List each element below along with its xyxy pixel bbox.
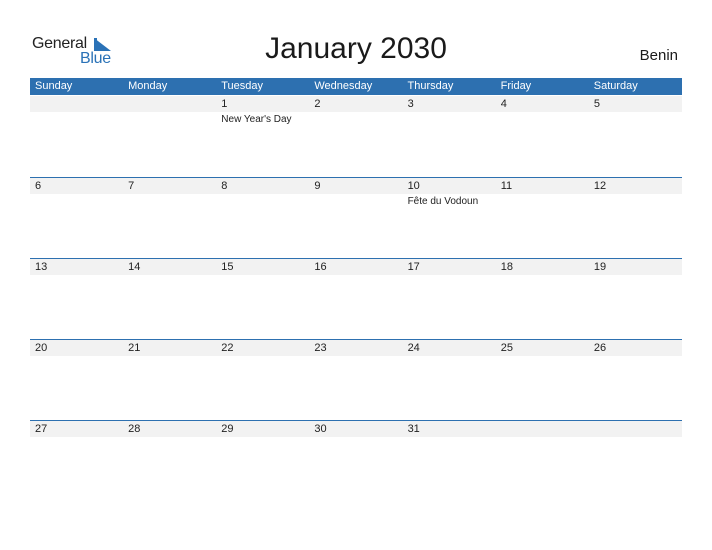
- weekday-tuesday: Tuesday: [221, 80, 264, 92]
- week-row: 13 14 15 16 17 18 19: [30, 258, 682, 340]
- day-cell: 16: [309, 259, 402, 340]
- day-cell: 10 Fête du Vodoun: [403, 178, 496, 259]
- day-number: 8: [221, 180, 228, 192]
- day-cell: 1 New Year's Day: [216, 96, 309, 177]
- day-cell: 15: [216, 259, 309, 340]
- day-cell: 31: [403, 421, 496, 502]
- week-row: 1 New Year's Day 2 3 4 5: [30, 96, 682, 177]
- weekday-wednesday: Wednesday: [314, 80, 373, 92]
- day-number: 31: [407, 423, 420, 435]
- day-number: 27: [35, 423, 48, 435]
- day-number: 19: [593, 261, 607, 273]
- day-cell: 6: [30, 178, 123, 259]
- day-number: 12: [593, 180, 607, 192]
- day-cell: [589, 421, 682, 502]
- day-number: 1: [221, 98, 228, 110]
- weekday-thursday: Thursday: [407, 80, 454, 92]
- weekday-friday: Friday: [500, 80, 532, 92]
- weekday-sunday: Sunday: [35, 80, 73, 92]
- day-cell: 12: [589, 178, 682, 259]
- day-number: 17: [407, 261, 420, 273]
- day-cell: 23: [309, 340, 402, 421]
- day-number: 6: [35, 180, 42, 192]
- day-cell: 4: [496, 96, 589, 177]
- day-number: 23: [314, 342, 327, 354]
- day-number: 20: [35, 342, 48, 354]
- day-cell: 27: [30, 421, 123, 502]
- weekday-header: Sunday Monday Tuesday Wednesday Thursday…: [30, 78, 682, 95]
- day-number: 26: [593, 342, 607, 354]
- day-cell: 20: [30, 340, 123, 421]
- day-number: 18: [500, 261, 513, 273]
- day-number: 16: [314, 261, 327, 273]
- country-label: Benin: [639, 47, 678, 64]
- day-cell: [496, 421, 589, 502]
- day-number: 14: [128, 261, 141, 273]
- day-number: 5: [593, 98, 600, 110]
- day-number: 30: [314, 423, 327, 435]
- day-cell: [30, 96, 123, 177]
- day-cell: 9: [309, 178, 402, 259]
- day-cell: 22: [216, 340, 309, 421]
- week-row: 20 21 22 23 24 25 26: [30, 339, 682, 421]
- week-row: 6 7 8 9 10 Fête du Vodoun 11 12: [30, 177, 682, 259]
- weekday-monday: Monday: [128, 80, 168, 92]
- week-row: 27 28 29 30 31: [30, 420, 682, 502]
- day-number: 21: [128, 342, 141, 354]
- weekday-saturday: Saturday: [593, 80, 638, 92]
- day-cell: 30: [309, 421, 402, 502]
- day-cell: 24: [403, 340, 496, 421]
- day-cell: 3: [403, 96, 496, 177]
- day-cell: 17: [403, 259, 496, 340]
- day-cell: 19: [589, 259, 682, 340]
- holiday-label: Fête du Vodoun: [407, 196, 479, 207]
- day-cell: 14: [123, 259, 216, 340]
- day-number: 29: [221, 423, 234, 435]
- holiday-label: New Year's Day: [221, 114, 292, 125]
- day-cell: 8: [216, 178, 309, 259]
- day-number: 25: [500, 342, 513, 354]
- day-cell: 13: [30, 259, 123, 340]
- day-cell: 18: [496, 259, 589, 340]
- day-number: 2: [314, 98, 321, 110]
- day-number: 10: [407, 180, 420, 192]
- day-cell: 29: [216, 421, 309, 502]
- day-cell: 26: [589, 340, 682, 421]
- day-cell: [123, 96, 216, 177]
- day-number: 11: [500, 180, 513, 192]
- day-number: 15: [221, 261, 234, 273]
- day-number: 7: [128, 180, 135, 192]
- day-number: 4: [500, 98, 507, 110]
- day-number: 9: [314, 180, 321, 192]
- day-cell: 2: [309, 96, 402, 177]
- day-cell: 28: [123, 421, 216, 502]
- day-cell: 21: [123, 340, 216, 421]
- calendar-title: January 2030: [265, 32, 447, 65]
- day-number: 3: [407, 98, 414, 110]
- day-cell: 5: [589, 96, 682, 177]
- day-cell: 25: [496, 340, 589, 421]
- day-number: 22: [221, 342, 234, 354]
- day-number: 28: [128, 423, 141, 435]
- day-cell: 7: [123, 178, 216, 259]
- day-cell: 11: [496, 178, 589, 259]
- day-number: 24: [407, 342, 420, 354]
- day-number: 13: [35, 261, 48, 273]
